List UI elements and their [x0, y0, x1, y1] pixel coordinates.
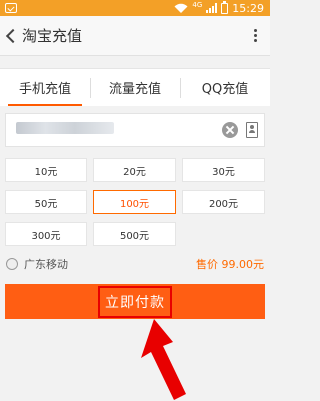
- more-vertical-icon[interactable]: [248, 26, 262, 46]
- contacts-icon[interactable]: [246, 122, 258, 138]
- denomination-option[interactable]: 50元: [5, 190, 87, 214]
- pay-now-button[interactable]: 立即付款: [5, 284, 265, 319]
- redacted-phone-number: [16, 122, 114, 134]
- network-type-label: 4G: [192, 0, 203, 9]
- annotation-arrow-icon: [141, 319, 186, 400]
- carrier-radio[interactable]: [6, 258, 18, 270]
- carrier-name: 广东移动: [24, 258, 68, 271]
- status-right: 4G 15:29: [174, 0, 264, 15]
- denomination-option[interactable]: 20元: [93, 158, 176, 182]
- clear-icon[interactable]: [222, 122, 238, 138]
- denomination-option[interactable]: 30元: [182, 158, 265, 182]
- phone-number-row: [5, 113, 265, 147]
- notification-icon: [5, 3, 17, 13]
- battery-icon: [221, 0, 229, 14]
- tab-data-recharge[interactable]: 流量充值: [90, 69, 180, 106]
- page-title: 淘宝充值: [22, 27, 83, 45]
- pay-now-label: 立即付款: [98, 285, 172, 318]
- denomination-option[interactable]: 10元: [5, 158, 87, 182]
- denomination-option[interactable]: 300元: [5, 222, 87, 246]
- signal-icon: [206, 3, 218, 13]
- denomination-option-selected[interactable]: 100元: [93, 190, 176, 214]
- tab-qq-recharge[interactable]: QQ充值: [180, 69, 270, 106]
- wifi-icon: [174, 3, 188, 13]
- status-bar: 4G 15:29: [0, 0, 270, 16]
- carrier-row: 广东移动 售价 99.00元: [6, 256, 264, 272]
- chevron-left-icon[interactable]: [2, 24, 20, 48]
- tab-mobile-recharge[interactable]: 手机充值: [0, 69, 90, 106]
- clock: 15:29: [232, 1, 264, 15]
- sale-price: 售价 99.00元: [196, 258, 264, 271]
- denomination-option[interactable]: 200元: [182, 190, 265, 214]
- recharge-tabs: 手机充值 流量充值 QQ充值: [0, 68, 270, 106]
- status-left: [5, 3, 17, 13]
- denomination-grid: 10元 20元 30元 50元 100元 200元 300元 500元: [5, 158, 265, 246]
- denomination-option[interactable]: 500元: [93, 222, 176, 246]
- app-header: 淘宝充值: [0, 16, 270, 56]
